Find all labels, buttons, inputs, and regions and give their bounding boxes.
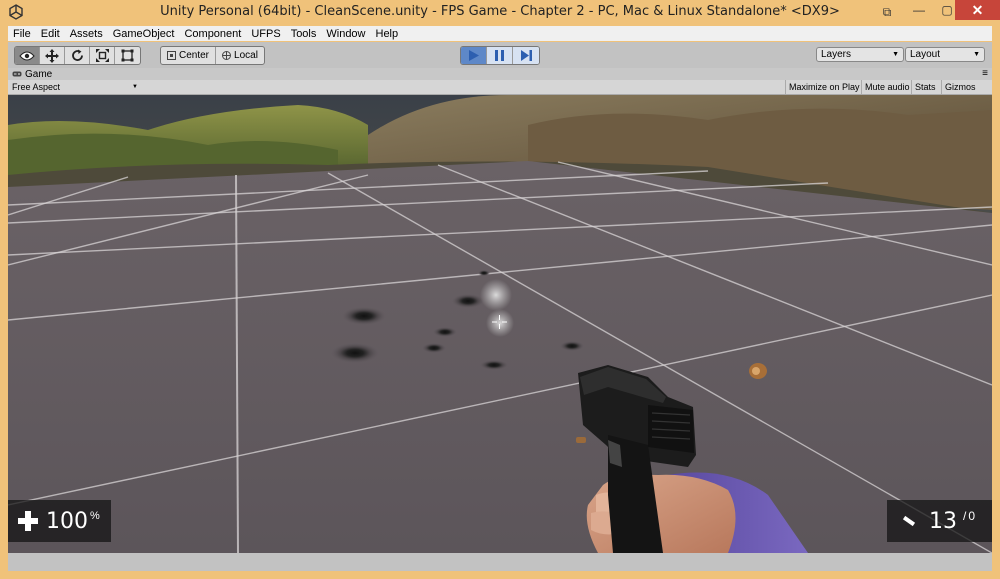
tab-game[interactable]: Game (8, 69, 52, 80)
rect-transform-icon (121, 49, 134, 62)
menu-ufps[interactable]: UFPS (246, 28, 285, 40)
health-display: 100 % (8, 500, 111, 542)
menu-assets[interactable]: Assets (65, 28, 108, 40)
game-view-controls: Free Aspect ▼ Maximize on Play Mute audi… (8, 80, 992, 95)
layers-dropdown[interactable]: Layers ▼ (816, 47, 904, 62)
chevron-down-icon: ▼ (892, 51, 899, 58)
gizmos-dropdown[interactable]: Gizmos (941, 80, 992, 94)
ammo-display: 13 / 0 (887, 500, 992, 542)
transform-tools (14, 46, 141, 65)
aspect-dropdown[interactable]: Free Aspect ▼ (12, 81, 138, 93)
menu-edit[interactable]: Edit (36, 28, 65, 40)
view-tool-button[interactable] (15, 47, 40, 64)
step-button[interactable] (513, 47, 539, 64)
game-controller-icon (12, 71, 22, 77)
game-viewport[interactable] (8, 95, 992, 553)
tab-menu-icon[interactable]: ≡ (982, 68, 988, 79)
mute-audio-toggle[interactable]: Mute audio (861, 80, 914, 94)
unity-window: Unity Personal (64bit) - CleanScene.unit… (0, 0, 1000, 579)
game-scene (8, 95, 992, 553)
step-forward-icon (520, 50, 532, 61)
ammo-reserve-count: 0 (968, 509, 976, 523)
menu-file[interactable]: File (8, 28, 36, 40)
health-value: 100 (46, 508, 88, 534)
snap-icon[interactable]: ⧉ (876, 2, 898, 22)
local-globe-icon (222, 51, 232, 60)
play-button[interactable] (461, 47, 487, 64)
menu-gameobject[interactable]: GameObject (108, 28, 180, 40)
title-bar: Unity Personal (64bit) - CleanScene.unit… (0, 0, 1000, 24)
rect-tool-button[interactable] (115, 47, 140, 64)
main-toolbar: Center Local Layers ▼ Layout ▼ (8, 42, 992, 69)
menu-tools[interactable]: Tools (286, 28, 322, 40)
aspect-value: Free Aspect (12, 82, 61, 92)
ammo-clip-count: 13 (929, 508, 957, 534)
eye-icon (19, 51, 35, 60)
ammo-separator: / (963, 509, 967, 523)
pivot-center-button[interactable]: Center (161, 47, 217, 64)
move-arrows-icon (45, 48, 59, 63)
scale-tool-button[interactable] (90, 47, 115, 64)
game-tab-bar: Game ≡ (8, 68, 992, 80)
menu-bar: File Edit Assets GameObject Component UF… (8, 26, 992, 41)
rotate-tool-button[interactable] (65, 47, 90, 64)
layers-label: Layers (821, 49, 852, 60)
pivot-center-icon (167, 51, 176, 60)
pause-button[interactable] (487, 47, 513, 64)
window-title: Unity Personal (64bit) - CleanScene.unit… (160, 4, 840, 19)
stats-toggle[interactable]: Stats (911, 80, 944, 94)
chevron-down-icon: ▼ (132, 84, 138, 90)
pivot-center-label: Center (179, 50, 210, 61)
minimize-button[interactable]: — (906, 0, 932, 20)
pause-icon (495, 50, 504, 61)
playback-controls (460, 46, 540, 65)
layout-label: Layout (910, 49, 941, 60)
scale-icon (95, 49, 109, 62)
status-bar (8, 553, 992, 571)
chevron-down-icon: ▼ (973, 51, 980, 58)
maximize-on-play-toggle[interactable]: Maximize on Play (785, 80, 864, 94)
menu-window[interactable]: Window (321, 28, 370, 40)
layout-dropdown[interactable]: Layout ▼ (905, 47, 985, 62)
game-tab-label: Game (25, 68, 53, 80)
pivot-local-label: Local (234, 50, 258, 61)
menu-help[interactable]: Help (371, 28, 404, 40)
health-unit: % (90, 510, 100, 522)
play-icon (468, 50, 479, 61)
rotate-icon (71, 49, 83, 61)
bullet-icon (902, 515, 916, 527)
move-tool-button[interactable] (40, 47, 65, 64)
pivot-local-button[interactable]: Local (216, 47, 264, 64)
menu-component[interactable]: Component (179, 28, 246, 40)
health-cross-icon (18, 511, 38, 531)
pivot-controls: Center Local (160, 46, 265, 65)
close-button[interactable]: ✕ (955, 0, 1000, 20)
